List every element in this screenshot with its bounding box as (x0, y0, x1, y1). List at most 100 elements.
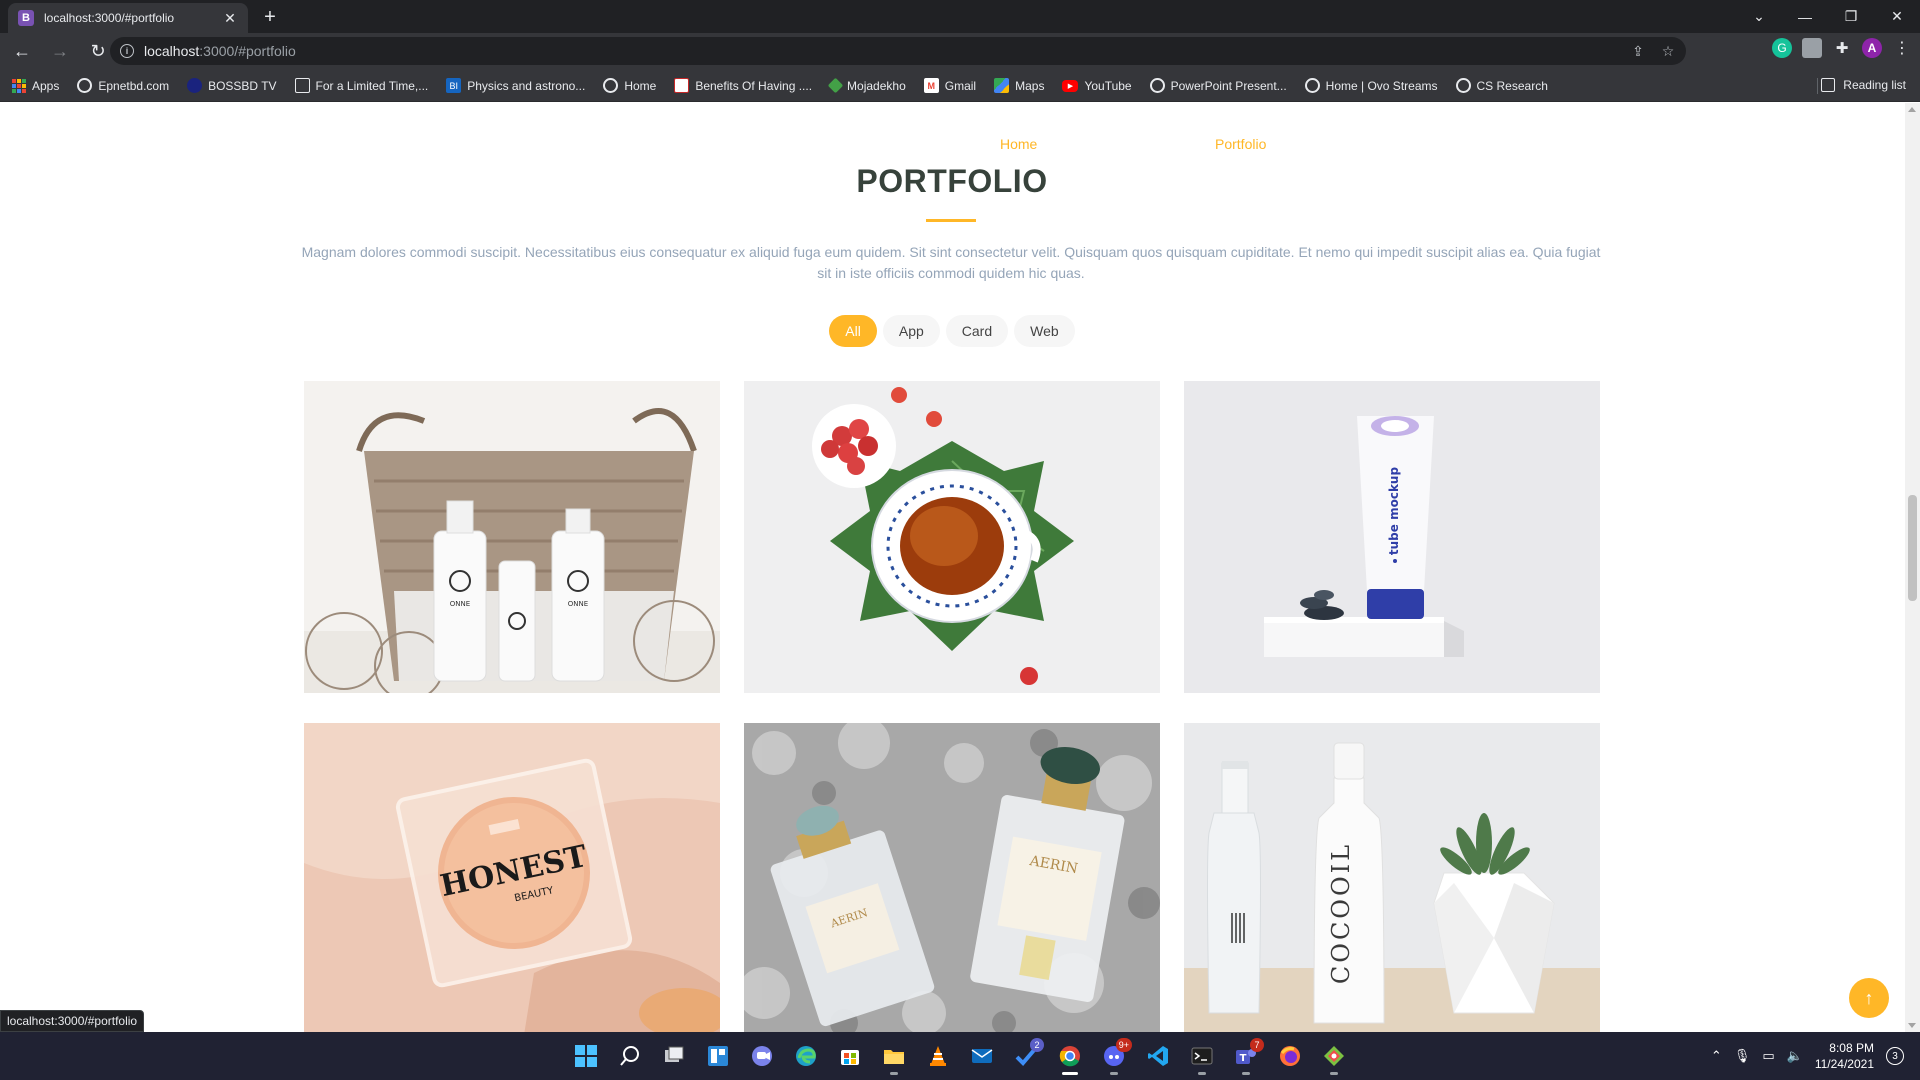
address-bar[interactable]: i localhost:3000/#portfolio ⇪ ☆ (110, 37, 1686, 65)
restore-button[interactable]: ❐ (1828, 0, 1874, 33)
filter-all[interactable]: All (829, 315, 877, 347)
portfolio-item-tube-mockup[interactable]: tube mockup (1184, 381, 1600, 693)
chrome-menu-icon[interactable]: ⋮ (1892, 38, 1912, 58)
bookmark-youtube[interactable]: ▶ YouTube (1062, 79, 1132, 93)
portfolio-item-honest-beauty[interactable]: HONEST BEAUTY (304, 723, 720, 1032)
globe-icon (1149, 78, 1165, 93)
globe-icon (1304, 78, 1320, 93)
system-tray: ⌃ 🎙 ▭ 🔈 8:08 PM 11/24/2021 3 (1711, 1040, 1904, 1072)
maps-icon (994, 78, 1010, 93)
portfolio-item-aerin-perfume[interactable]: AERIN AERIN (744, 723, 1160, 1032)
section-description: Magnam dolores commodi suscipit. Necessi… (301, 244, 1601, 281)
terminal-icon[interactable] (1186, 1040, 1218, 1075)
bookmark-epnetbd[interactable]: Epnetbd.com (77, 78, 169, 93)
page-icon (294, 78, 310, 93)
globe-icon (1455, 78, 1471, 93)
profile-avatar[interactable]: A (1862, 38, 1882, 58)
reading-list-button[interactable]: Reading list (1821, 78, 1906, 92)
bookmark-apps[interactable]: Apps (12, 78, 59, 93)
vscode-icon[interactable] (1142, 1040, 1174, 1072)
bookmark-label: CS Research (1476, 78, 1548, 93)
cocooil-image: COCOOIL (1184, 723, 1600, 1032)
microsoft-store-icon[interactable] (834, 1040, 866, 1072)
close-window-button[interactable]: ✕ (1874, 0, 1920, 33)
chrome-icon[interactable] (1054, 1040, 1086, 1075)
git-kraken-icon[interactable] (1318, 1040, 1350, 1075)
todo-icon[interactable]: 2 (1010, 1038, 1044, 1072)
extensions-puzzle-icon[interactable]: ✚ (1832, 38, 1852, 58)
onne-label: ONNE (450, 600, 470, 608)
discord-icon[interactable]: 9+ (1098, 1038, 1132, 1075)
portfolio-item-tea-cup[interactable] (744, 381, 1160, 693)
edge-browser-icon[interactable] (790, 1040, 822, 1072)
url-host: localhost (144, 43, 200, 59)
widgets-icon[interactable] (702, 1040, 734, 1072)
bookmark-mojadekho[interactable]: Mojadekho (827, 77, 906, 94)
active-indicator (1062, 1072, 1078, 1075)
scroll-down-arrow-icon[interactable] (1908, 1023, 1916, 1028)
teams-icon[interactable]: T 7 (1230, 1038, 1264, 1075)
bookmark-benefits[interactable]: Benefits Of Having .... (674, 78, 812, 93)
browser-toolbar: ← → ↻ i localhost:3000/#portfolio ⇪ ☆ G … (0, 33, 1920, 70)
windows-taskbar: 2 9+ T 7 ⌃ 🎙 ▭ 🔈 8:08 PM 11/24/2021 3 (0, 1032, 1920, 1080)
forward-button[interactable]: → (44, 36, 76, 68)
show-hidden-icons-chevron-icon[interactable]: ⌃ (1711, 1048, 1722, 1064)
clock[interactable]: 8:08 PM 11/24/2021 (1815, 1040, 1874, 1072)
site-info-icon[interactable]: i (120, 44, 134, 58)
bookmarks-bar: Apps Epnetbd.com BOSSBD TV For a Limited… (0, 70, 1920, 102)
vlc-icon[interactable] (922, 1040, 954, 1072)
back-to-top-button[interactable]: ↑ (1849, 978, 1889, 1018)
browser-tab-strip: B localhost:3000/#portfolio ✕ + ⌄ — ❐ ✕ (0, 0, 1920, 33)
teams-chat-icon[interactable] (746, 1040, 778, 1072)
page-scrollbar[interactable] (1905, 103, 1920, 1032)
page-viewport: Home Portfolio PORTFOLIO Magnam dolores … (0, 103, 1920, 1032)
grammarly-extension-icon[interactable]: G (1772, 38, 1792, 58)
firefox-icon[interactable] (1274, 1040, 1306, 1072)
microphone-icon[interactable]: 🎙 (1734, 1048, 1751, 1064)
portfolio-item-cocooil[interactable]: COCOOIL (1184, 723, 1600, 1032)
gmail-icon: M (923, 78, 939, 93)
bookmark-home[interactable]: Home (603, 78, 656, 93)
tab-close-icon[interactable]: ✕ (222, 10, 238, 27)
todo-badge: 2 (1030, 1038, 1044, 1052)
browser-tab-active[interactable]: B localhost:3000/#portfolio ✕ (8, 3, 248, 33)
volume-icon[interactable]: 🔈 (1787, 1048, 1803, 1064)
filter-web[interactable]: Web (1014, 315, 1075, 347)
breadcrumb-home-link[interactable]: Home (1000, 136, 1037, 152)
search-icon[interactable] (614, 1040, 646, 1072)
bookmark-limited-time[interactable]: For a Limited Time,... (294, 78, 429, 93)
bookmark-ovo-streams[interactable]: Home | Ovo Streams (1304, 78, 1438, 93)
network-icon[interactable]: ▭ (1762, 1048, 1774, 1064)
omnibox-actions: ⇪ ☆ (1628, 41, 1678, 61)
filter-card[interactable]: Card (945, 315, 1009, 347)
minimize-button[interactable]: — (1782, 0, 1828, 33)
scroll-up-arrow-icon[interactable] (1908, 107, 1916, 112)
bossbd-icon (187, 78, 203, 93)
page-icon (674, 78, 690, 93)
portfolio-item-basket-cosmetics[interactable]: ONNE ONNE (304, 381, 720, 693)
bookmark-bossbd[interactable]: BOSSBD TV (187, 78, 277, 93)
bookmark-physics[interactable]: BI Physics and astrono... (446, 78, 585, 93)
filter-app[interactable]: App (882, 315, 940, 347)
teams-badge: 7 (1250, 1038, 1264, 1052)
url-path: :3000/#portfolio (199, 43, 296, 59)
windows-start-icon[interactable] (570, 1040, 602, 1072)
scroll-thumb[interactable] (1908, 495, 1917, 601)
extension-icon[interactable] (1802, 38, 1822, 58)
share-icon[interactable]: ⇪ (1628, 41, 1648, 61)
bookmark-gmail[interactable]: M Gmail (923, 78, 976, 93)
bookmark-cs-research[interactable]: CS Research (1455, 78, 1548, 93)
new-tab-button[interactable]: + (258, 5, 282, 29)
bookmark-star-icon[interactable]: ☆ (1658, 41, 1678, 61)
bookmark-maps[interactable]: Maps (994, 78, 1044, 93)
notification-count-badge[interactable]: 3 (1886, 1047, 1904, 1065)
back-button[interactable]: ← (6, 36, 38, 68)
mail-icon[interactable] (966, 1040, 998, 1072)
task-view-icon[interactable] (658, 1040, 690, 1072)
tab-search-chevron-icon[interactable]: ⌄ (1736, 0, 1782, 33)
file-explorer-icon[interactable] (878, 1040, 910, 1075)
bookmark-label: For a Limited Time,... (315, 78, 429, 93)
tab-title: localhost:3000/#portfolio (44, 11, 175, 25)
bookmark-powerpoint[interactable]: PowerPoint Present... (1149, 78, 1287, 93)
title-underline (926, 219, 976, 222)
